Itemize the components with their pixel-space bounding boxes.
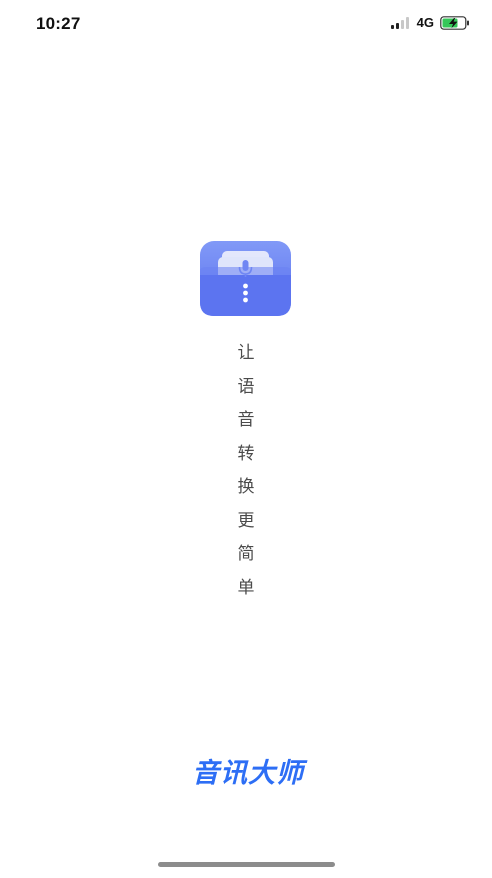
slogan-char: 换 xyxy=(237,477,255,497)
app-logo xyxy=(200,241,291,316)
slogan-char: 音 xyxy=(237,410,255,430)
home-indicator[interactable] xyxy=(158,862,335,867)
slogan-char: 语 xyxy=(237,376,255,397)
slogan-char: 更 xyxy=(237,510,255,531)
slogan: 让 语 音 转 换 更 简 单 xyxy=(226,340,266,608)
battery-charging-icon xyxy=(440,16,469,30)
status-indicators: 4G xyxy=(390,15,470,30)
network-type: 4G xyxy=(416,15,434,30)
slogan-char: 单 xyxy=(237,577,255,598)
status-time: 10:27 xyxy=(36,14,81,33)
slogan-char: 让 xyxy=(237,343,255,363)
slogan-char: 转 xyxy=(237,443,255,464)
voice-folder-icon xyxy=(200,241,291,316)
brand-name: 音讯大师 xyxy=(192,758,304,789)
signal-strength-icon xyxy=(390,17,411,29)
slogan-char: 简 xyxy=(237,544,255,564)
status-bar: 10:27 4G xyxy=(0,0,492,46)
